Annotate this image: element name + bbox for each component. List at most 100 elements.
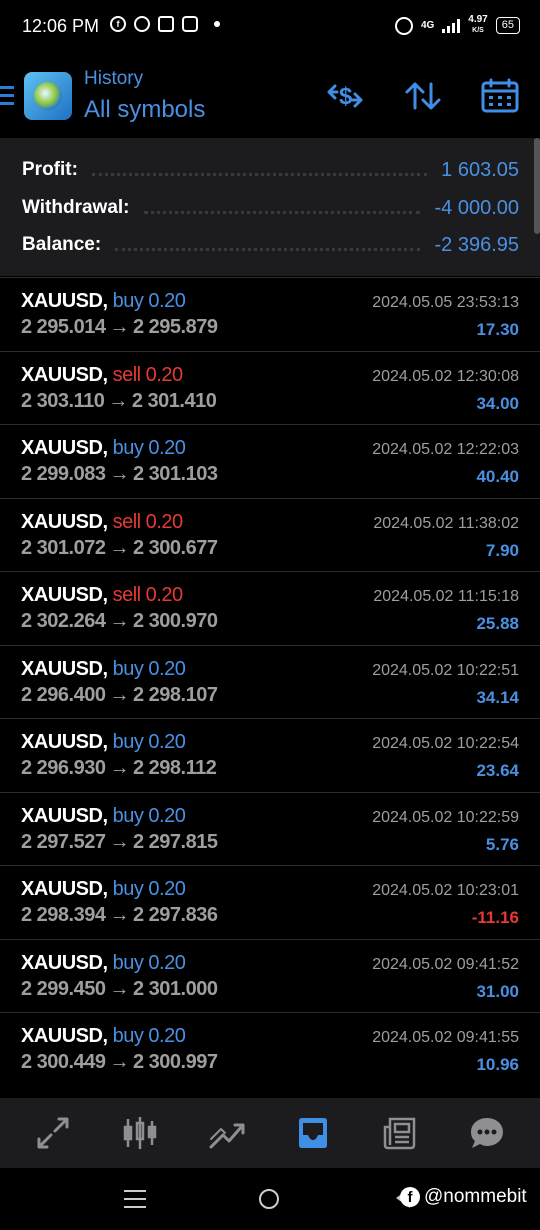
trade-datetime: 2024.05.02 11:38:02: [373, 514, 519, 532]
close-price: 2 295.879: [132, 316, 218, 338]
trade-symbol-line: XAUUSD, buy 0.20: [21, 878, 186, 901]
network-type: 4G: [420, 20, 435, 31]
trade-side: buy: [112, 1025, 144, 1047]
price-arrow-icon: →: [108, 389, 128, 412]
trade-profit: 7.90: [485, 540, 519, 560]
trade-volume: 0.20: [148, 437, 186, 459]
instagram-notification-icon: [182, 16, 198, 32]
price-arrow-icon: →: [109, 536, 129, 559]
news-icon[interactable]: [378, 1111, 422, 1155]
trade-row[interactable]: XAUUSD, sell 0.20 2 301.072 → 2 300.677 2024…: [0, 497, 540, 572]
trade-volume: 0.20: [145, 584, 183, 606]
page-title[interactable]: All symbols: [84, 96, 205, 124]
trade-profit: 31.00: [476, 981, 519, 1001]
price-arrow-icon: →: [109, 977, 129, 1000]
trade-datetime: 2024.05.02 10:23:01: [372, 882, 519, 899]
trade-row[interactable]: XAUUSD, buy 0.20 2 299.450 → 2 301.000 2024.…: [0, 938, 540, 1013]
trade-row[interactable]: XAUUSD, sell 0.20 2 303.110 → 2 301.410 2024…: [0, 350, 540, 425]
quotes-icon[interactable]: [31, 1111, 75, 1155]
notification-icons: f: [110, 16, 220, 32]
history-icon[interactable]: [291, 1111, 335, 1155]
facebook-logo-icon: f: [400, 1187, 420, 1207]
trade-symbol-line: XAUUSD, buy 0.20: [21, 290, 186, 313]
svg-text:$: $: [339, 83, 353, 110]
trade-side: sell: [112, 363, 142, 386]
trade-symbol-line: XAUUSD, sell 0.20: [21, 511, 183, 534]
trade-volume: 0.20: [145, 510, 183, 533]
price-arrow-icon: →: [109, 683, 129, 706]
trade-profit: 5.76: [485, 834, 519, 854]
open-price: 2 300.449: [21, 1051, 106, 1073]
trade-symbol: XAUUSD,: [21, 290, 108, 312]
scrollbar[interactable]: [534, 138, 540, 234]
trade-prices: 2 301.072 → 2 300.677: [21, 536, 218, 560]
trade-symbol: XAUUSD,: [21, 951, 108, 974]
trade-symbol-line: XAUUSD, buy 0.20: [21, 804, 186, 828]
trade-symbol-line: XAUUSD, buy 0.20: [21, 951, 186, 975]
open-price: 2 295.014: [21, 316, 106, 338]
trade-symbol-line: XAUUSD, buy 0.20: [21, 437, 186, 460]
trade-side: buy: [112, 804, 144, 827]
trade-volume: 0.20: [148, 290, 186, 312]
currency-exchange-icon[interactable]: $: [325, 78, 365, 114]
trade-icon[interactable]: [205, 1111, 249, 1155]
trade-volume: 0.20: [148, 951, 186, 974]
trade-row[interactable]: XAUUSD, buy 0.20 2 296.930 → 2 298.112 2024.…: [0, 718, 540, 792]
trade-volume: 0.20: [145, 363, 183, 386]
sort-icon[interactable]: [403, 78, 443, 114]
home-icon[interactable]: [259, 1189, 279, 1209]
history-summary: Profit: 1 603.05 Withdrawal: -4 000.00 B…: [0, 138, 540, 276]
signal-icon: [442, 18, 461, 33]
open-price: 2 299.450: [21, 977, 106, 1000]
trade-symbol-line: XAUUSD, sell 0.20: [21, 364, 183, 387]
price-arrow-icon: →: [109, 316, 129, 338]
trade-prices: 2 302.264 → 2 300.970: [21, 610, 218, 633]
trade-row[interactable]: XAUUSD, buy 0.20 2 296.400 → 2 298.107 2024.…: [0, 644, 540, 719]
trade-row[interactable]: XAUUSD, buy 0.20 2 299.083 → 2 301.103 2024.…: [0, 424, 540, 498]
price-arrow-icon: →: [109, 830, 129, 853]
trade-symbol-line: XAUUSD, buy 0.20: [21, 658, 186, 681]
trade-profit: 23.64: [476, 761, 519, 780]
trade-side: buy: [112, 290, 144, 312]
chart-icon[interactable]: [118, 1111, 162, 1155]
trade-symbol: XAUUSD,: [21, 510, 108, 533]
trade-prices: 2 297.527 → 2 297.815: [21, 830, 218, 854]
recent-apps-icon[interactable]: [124, 1190, 146, 1214]
trade-prices: 2 295.014 → 2 295.879: [21, 316, 218, 339]
trade-symbol: XAUUSD,: [21, 878, 108, 900]
leader-dots: [115, 240, 421, 251]
trade-profit: 25.88: [476, 614, 519, 633]
trade-symbol: XAUUSD,: [21, 731, 108, 753]
trade-row[interactable]: XAUUSD, sell 0.20 2 302.264 → 2 300.970 2024…: [0, 571, 540, 645]
trade-datetime: 2024.05.05 23:53:13: [372, 294, 519, 311]
menu-icon[interactable]: [0, 86, 14, 106]
close-price: 2 301.410: [131, 389, 217, 412]
trade-volume: 0.20: [148, 1025, 186, 1047]
calendar-icon[interactable]: [480, 78, 520, 114]
trade-row[interactable]: XAUUSD, buy 0.20 2 297.527 → 2 297.815 2024.…: [0, 791, 540, 866]
trade-row[interactable]: XAUUSD, buy 0.20 2 295.014 → 2 295.879 2024.…: [0, 277, 540, 351]
close-price: 2 300.997: [132, 1051, 218, 1073]
bottom-tab-bar: [0, 1098, 540, 1168]
trade-datetime: 2024.05.02 12:30:08: [372, 367, 519, 385]
trade-datetime: 2024.05.02 09:41:55: [372, 1029, 519, 1046]
trade-volume: 0.20: [148, 878, 186, 900]
trade-datetime: 2024.05.02 12:22:03: [372, 441, 519, 458]
trade-symbol: XAUUSD,: [21, 437, 108, 459]
trade-symbol: XAUUSD,: [21, 363, 108, 386]
status-right: 4G 4.97 K/S 65: [394, 15, 520, 36]
withdrawal-value: -4 000.00: [434, 196, 519, 219]
system-nav-bar: f @nommebit: [0, 1168, 540, 1230]
price-arrow-icon: →: [109, 904, 129, 926]
app-header: History All symbols $: [0, 56, 540, 138]
trade-datetime: 2024.05.02 10:22:51: [372, 661, 519, 679]
trade-row[interactable]: XAUUSD, buy 0.20 2 298.394 → 2 297.836 2024.…: [0, 865, 540, 939]
close-price: 2 297.815: [132, 830, 218, 853]
close-price: 2 297.836: [132, 904, 218, 926]
trade-row[interactable]: XAUUSD, buy 0.20 2 300.449 → 2 300.997 2024.…: [0, 1012, 540, 1086]
metatrader-logo-icon: [24, 72, 72, 120]
trade-prices: 2 298.394 → 2 297.836: [21, 904, 218, 927]
trade-side: buy: [112, 951, 144, 974]
trade-datetime: 2024.05.02 09:41:52: [372, 955, 519, 973]
messages-icon[interactable]: [465, 1111, 509, 1155]
